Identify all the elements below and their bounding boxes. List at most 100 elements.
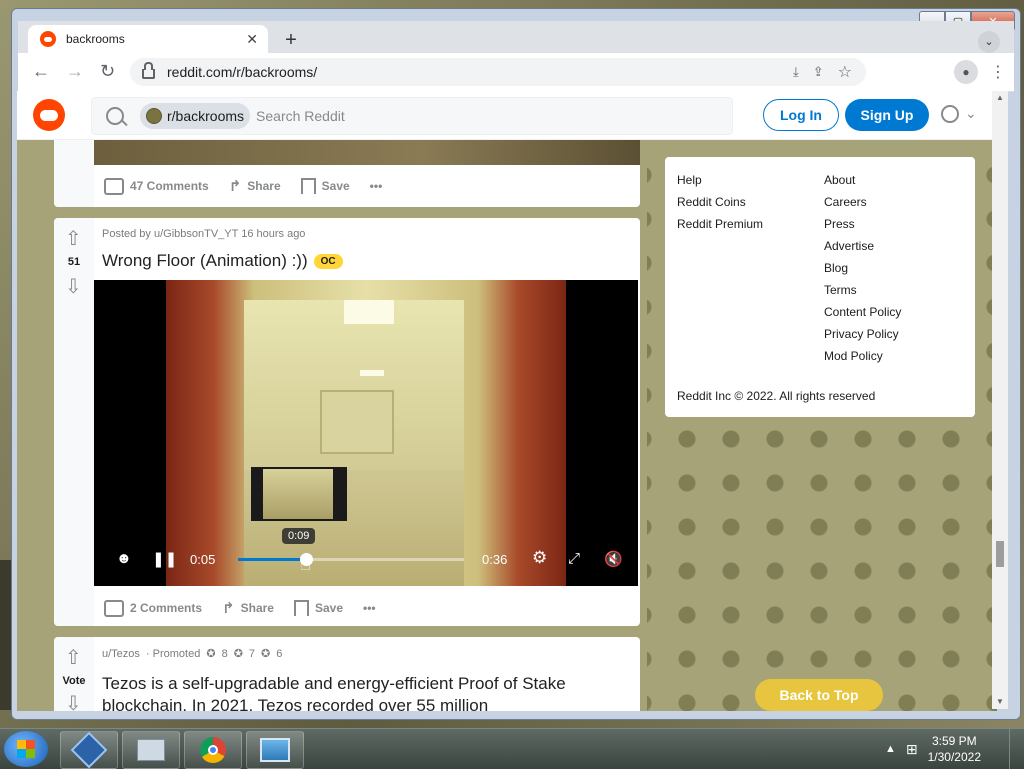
seek-bar[interactable] xyxy=(238,553,464,566)
footer-link-about[interactable]: About xyxy=(824,173,855,187)
tray-expand-icon[interactable]: ▲ xyxy=(885,743,896,755)
comment-icon xyxy=(104,177,124,195)
bookmark-star-icon[interactable]: ☆ xyxy=(838,62,852,82)
award-icon: ✪ xyxy=(206,648,216,660)
taskbar-virtualbox[interactable] xyxy=(60,731,118,769)
scroll-thumb[interactable] xyxy=(996,541,1004,567)
video-player[interactable]: 0:09 ☻ ❚❚ 0:05 ☝ 0:36 ⚙ ⤢ 🔇 xyxy=(94,280,638,586)
share-button[interactable]: ↱ Share xyxy=(222,599,274,617)
post-actions: 2 Comments ↱ Share Save ••• xyxy=(104,599,376,617)
footer-link-advertise[interactable]: Advertise xyxy=(824,239,874,253)
login-button[interactable]: Log In xyxy=(763,99,839,131)
upvote-icon[interactable]: ⇧ xyxy=(65,645,82,670)
tab-title: backrooms xyxy=(66,32,125,46)
taskbar-task-manager[interactable] xyxy=(122,731,180,769)
reddit-header: r/backrooms Search Reddit Log In Sign Up… xyxy=(17,91,997,140)
user-menu-button[interactable]: ⌄ xyxy=(941,105,977,123)
downvote-icon[interactable]: ⇩ xyxy=(65,691,82,711)
bookmark-icon xyxy=(293,600,309,616)
clock[interactable]: 3:59 PM 1/30/2022 xyxy=(928,733,981,765)
back-button[interactable]: ← xyxy=(32,61,50,82)
footer-link-blog[interactable]: Blog xyxy=(824,261,848,275)
footer-link-careers[interactable]: Careers xyxy=(824,195,867,209)
taskbar-chrome[interactable] xyxy=(184,731,242,769)
promoted-post-card[interactable]: ⇧ Vote ⇩ u/Tezos · Promoted ✪ 8 ✪ 7 ✪ 6 Tez… xyxy=(54,637,640,711)
footer-link-press[interactable]: Press xyxy=(824,217,855,231)
post-title-row[interactable]: Wrong Floor (Animation) :)) OC xyxy=(102,251,343,271)
previous-post-actions: 47 Comments ↱ Share Save ••• xyxy=(104,177,382,195)
mute-icon[interactable]: 🔇 xyxy=(604,550,623,568)
promoted-author[interactable]: u/Tezos xyxy=(102,648,140,660)
upvote-icon[interactable]: ⇧ xyxy=(65,226,82,251)
more-options-button[interactable]: ••• xyxy=(370,179,383,193)
oc-flair[interactable]: OC xyxy=(313,254,343,270)
current-time: 0:05 xyxy=(190,552,216,567)
reddit-logo-icon[interactable] xyxy=(33,99,65,131)
downvote-icon[interactable]: ⇩ xyxy=(65,274,82,299)
windows-taskbar: ▲ ⊞ 3:59 PM 1/30/2022 xyxy=(0,728,1024,769)
footer-link-reddit-premium[interactable]: Reddit Premium xyxy=(677,217,763,231)
promoted-label: · Promoted xyxy=(145,647,201,660)
post-meta[interactable]: Posted by u/GibbsonTV_YT 16 hours ago xyxy=(102,228,305,240)
share-icon[interactable]: ⇪ xyxy=(813,64,824,80)
share-button[interactable]: ↱ Share xyxy=(229,177,281,195)
reload-button[interactable]: ↻ xyxy=(100,61,115,82)
footer-link-privacy-policy[interactable]: Privacy Policy xyxy=(824,327,899,341)
scroll-down-icon[interactable]: ▼ xyxy=(996,697,1004,706)
new-tab-button[interactable]: + xyxy=(280,30,302,52)
pause-icon[interactable]: ❚❚ xyxy=(152,550,177,568)
system-tray: ▲ ⊞ 3:59 PM 1/30/2022 xyxy=(885,729,1024,769)
duration: 0:36 xyxy=(482,552,508,567)
settings-gear-icon[interactable]: ⚙ xyxy=(532,548,547,568)
footer-link-content-policy[interactable]: Content Policy xyxy=(824,305,901,319)
chevron-down-icon: ⌄ xyxy=(965,105,977,121)
save-button[interactable]: Save xyxy=(293,600,343,616)
start-button[interactable] xyxy=(4,731,48,767)
community-avatar-icon xyxy=(146,108,162,124)
award-count-3: 6 xyxy=(276,647,283,660)
url-text[interactable]: reddit.com/r/backrooms/ xyxy=(167,64,793,80)
virtualbox-icon xyxy=(70,731,108,769)
seek-progress xyxy=(238,558,306,561)
more-options-button[interactable]: ••• xyxy=(363,601,376,615)
close-tab-icon[interactable]: ✕ xyxy=(246,31,258,48)
signup-button[interactable]: Sign Up xyxy=(845,99,929,131)
copyright: Reddit Inc © 2022. All rights reserved xyxy=(677,389,876,403)
back-to-top-button[interactable]: Back to Top xyxy=(755,679,883,711)
page-scrollbar[interactable]: ▲ ▼ xyxy=(992,91,1008,709)
tab-search-button[interactable]: ⌄ xyxy=(978,31,1000,53)
save-button[interactable]: Save xyxy=(300,178,350,194)
footer-links-card: Help Reddit Coins Reddit Premium About Care… xyxy=(665,157,975,417)
comments-button[interactable]: 2 Comments xyxy=(104,599,202,617)
vote-count: 51 xyxy=(67,256,81,268)
chrome-menu-icon[interactable]: ⋮ xyxy=(990,62,1006,82)
award-count-2: 7 xyxy=(248,647,256,660)
footer-link-help[interactable]: Help xyxy=(677,173,702,187)
install-icon[interactable]: ⤓ xyxy=(793,64,799,80)
bookmark-icon xyxy=(300,178,316,194)
scroll-up-icon[interactable]: ▲ xyxy=(996,93,1004,102)
community-chip[interactable]: r/backrooms xyxy=(140,103,251,129)
promoted-title[interactable]: Tezos is a self-upgradable and energy-ef… xyxy=(102,673,622,711)
footer-link-reddit-coins[interactable]: Reddit Coins xyxy=(677,195,746,209)
footer-link-mod-policy[interactable]: Mod Policy xyxy=(824,349,883,363)
network-icon[interactable]: ⊞ xyxy=(906,741,918,758)
footer-link-terms[interactable]: Terms xyxy=(824,283,857,297)
show-desktop-button[interactable] xyxy=(1009,729,1024,769)
reddit-snoo-icon[interactable]: ☻ xyxy=(116,550,132,567)
post-title[interactable]: Wrong Floor (Animation) :)) xyxy=(102,251,308,270)
share-arrow-icon: ↱ xyxy=(228,178,242,195)
comments-button[interactable]: 47 Comments xyxy=(104,177,209,195)
taskbar-image-viewer[interactable] xyxy=(246,731,304,769)
address-bar[interactable]: reddit.com/r/backrooms/ ⤓ ⇪ ☆ xyxy=(130,58,866,86)
comment-icon xyxy=(104,599,124,617)
post-card[interactable]: ⇧ 51 ⇩ Posted by u/GibbsonTV_YT 16 hours… xyxy=(54,218,640,626)
profile-avatar-icon[interactable]: ● xyxy=(954,60,978,84)
search-bar[interactable]: r/backrooms Search Reddit xyxy=(91,97,733,135)
forward-button[interactable]: → xyxy=(66,61,84,82)
video-ceiling-light xyxy=(344,300,394,324)
fullscreen-icon[interactable]: ⤢ xyxy=(568,550,580,567)
tab-backrooms[interactable]: backrooms ✕ xyxy=(28,25,268,53)
video-ceiling-light-far xyxy=(360,370,384,376)
search-input[interactable]: Search Reddit xyxy=(256,108,345,124)
